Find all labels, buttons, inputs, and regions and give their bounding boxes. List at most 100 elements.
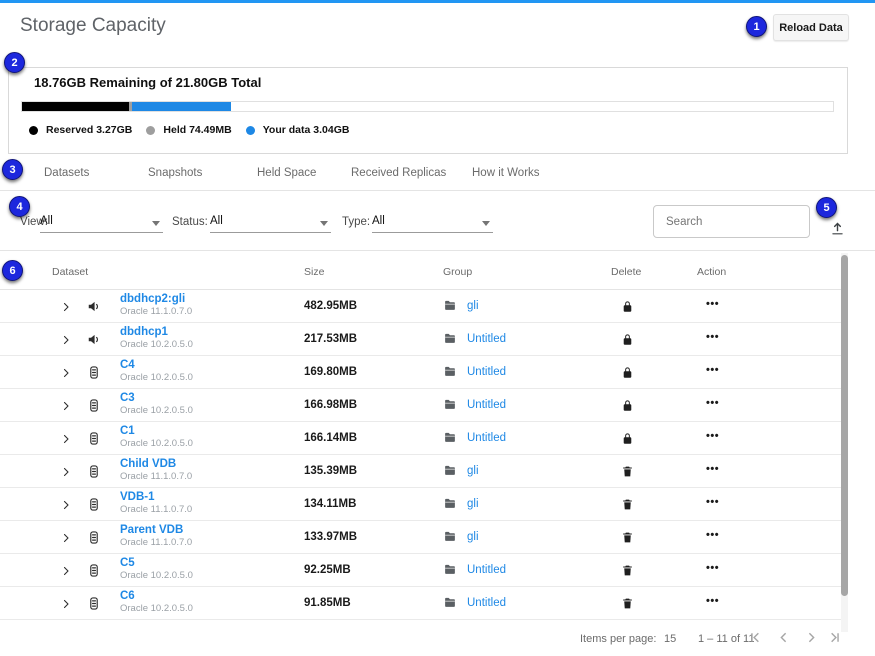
- callout-badge-4: 4: [9, 196, 30, 217]
- lock-icon[interactable]: [621, 332, 634, 347]
- group-link[interactable]: Untitled: [467, 432, 506, 444]
- group-link[interactable]: gli: [467, 531, 479, 543]
- filter-bar: View: All Status: All Type: All: [0, 191, 875, 251]
- actions-menu-button[interactable]: •••: [706, 596, 719, 607]
- reserved-segment: [22, 102, 129, 111]
- expand-chevron-icon[interactable]: [60, 432, 72, 444]
- expand-chevron-icon[interactable]: [60, 300, 72, 312]
- group-link[interactable]: Untitled: [467, 333, 506, 345]
- actions-menu-button[interactable]: •••: [706, 563, 719, 574]
- group-link[interactable]: gli: [467, 465, 479, 477]
- actions-menu-button[interactable]: •••: [706, 431, 719, 442]
- lock-icon[interactable]: [621, 299, 634, 314]
- folder-icon: [443, 530, 457, 543]
- status-filter-value: All: [210, 215, 223, 227]
- group-link[interactable]: Untitled: [467, 399, 506, 411]
- paginator: Items per page: 15 1 – 11 of 11: [0, 623, 875, 656]
- dataset-link[interactable]: C3: [120, 392, 193, 405]
- legend-item-your-data: Your data 3.04GB: [246, 124, 350, 136]
- export-icon[interactable]: [829, 220, 846, 237]
- lock-icon[interactable]: [621, 398, 634, 413]
- vdb-icon: [87, 596, 101, 611]
- your-data-segment: [132, 102, 231, 111]
- expand-chevron-icon[interactable]: [60, 465, 72, 477]
- dataset-link[interactable]: VDB-1: [120, 491, 192, 504]
- actions-menu-button[interactable]: •••: [706, 464, 719, 475]
- group-link[interactable]: Untitled: [467, 564, 506, 576]
- dataset-link[interactable]: C1: [120, 425, 193, 438]
- column-header-group[interactable]: Group: [443, 266, 472, 278]
- size-value: 217.53MB: [304, 333, 357, 345]
- group-link[interactable]: gli: [467, 498, 479, 510]
- column-header-dataset[interactable]: Dataset: [52, 266, 88, 278]
- dataset-subtitle: Oracle 10.2.0.5.0: [120, 340, 193, 351]
- expand-chevron-icon[interactable]: [60, 498, 72, 510]
- actions-menu-button[interactable]: •••: [706, 332, 719, 343]
- group-link[interactable]: Untitled: [467, 366, 506, 378]
- dataset-link[interactable]: Parent VDB: [120, 524, 192, 537]
- size-value: 169.80MB: [304, 366, 357, 378]
- expand-chevron-icon[interactable]: [60, 597, 72, 609]
- tab-received-replicas[interactable]: Received Replicas: [351, 167, 446, 179]
- expand-chevron-icon[interactable]: [60, 366, 72, 378]
- reload-data-button[interactable]: Reload Data: [773, 14, 849, 41]
- last-page-icon[interactable]: [826, 629, 843, 646]
- actions-menu-button[interactable]: •••: [706, 398, 719, 409]
- column-header-size[interactable]: Size: [304, 266, 324, 278]
- callout-badge-3: 3: [2, 159, 23, 180]
- actions-menu-button[interactable]: •••: [706, 365, 719, 376]
- expand-chevron-icon[interactable]: [60, 333, 72, 345]
- items-per-page-select[interactable]: 15: [664, 633, 676, 645]
- dataset-link[interactable]: dbdhcp2:gli: [120, 293, 192, 306]
- actions-menu-button[interactable]: •••: [706, 299, 719, 310]
- scrollbar-thumb[interactable]: [841, 255, 848, 596]
- status-filter-select[interactable]: All: [210, 212, 331, 233]
- search-input[interactable]: [654, 206, 809, 237]
- lock-icon[interactable]: [621, 365, 634, 380]
- chevron-down-icon: [320, 221, 328, 226]
- table-row: C5 Oracle 10.2.0.5.0 92.25MB Untitled ••…: [0, 554, 847, 587]
- next-page-icon[interactable]: [803, 629, 820, 646]
- actions-menu-button[interactable]: •••: [706, 497, 719, 508]
- view-filter-select[interactable]: All: [40, 212, 163, 233]
- vdb-icon: [87, 464, 101, 479]
- previous-page-icon[interactable]: [775, 629, 792, 646]
- actions-menu-button[interactable]: •••: [706, 530, 719, 541]
- trash-icon[interactable]: [621, 563, 634, 578]
- dataset-link[interactable]: Child VDB: [120, 458, 192, 471]
- callout-badge-6: 6: [2, 260, 23, 281]
- callout-badge-1: 1: [746, 16, 767, 37]
- first-page-icon[interactable]: [747, 629, 764, 646]
- view-filter-value: All: [40, 215, 53, 227]
- dataset-subtitle: Oracle 10.2.0.5.0: [120, 439, 193, 450]
- expand-chevron-icon[interactable]: [60, 531, 72, 543]
- group-link[interactable]: Untitled: [467, 597, 506, 609]
- trash-icon[interactable]: [621, 596, 634, 611]
- tab-snapshots[interactable]: Snapshots: [148, 167, 202, 179]
- page-title: Storage Capacity: [20, 15, 166, 37]
- dataset-link[interactable]: C5: [120, 557, 193, 570]
- tab-datasets[interactable]: Datasets: [44, 167, 89, 179]
- expand-chevron-icon[interactable]: [60, 564, 72, 576]
- table-row: dbdhcp1 Oracle 10.2.0.5.0 217.53MB Untit…: [0, 323, 847, 356]
- size-value: 134.11MB: [304, 498, 356, 510]
- items-per-page-label: Items per page:: [580, 633, 656, 645]
- vdb-icon: [87, 497, 101, 512]
- dataset-link[interactable]: C4: [120, 359, 193, 372]
- type-filter-select[interactable]: All: [372, 212, 493, 233]
- trash-icon[interactable]: [621, 530, 634, 545]
- group-link[interactable]: gli: [467, 300, 479, 312]
- tab-held-space[interactable]: Held Space: [257, 167, 316, 179]
- dataset-subtitle: Oracle 11.1.0.7.0: [120, 307, 192, 318]
- expand-chevron-icon[interactable]: [60, 399, 72, 411]
- folder-icon: [443, 398, 457, 411]
- legend-value: 74.49MB: [189, 124, 232, 136]
- lock-icon[interactable]: [621, 431, 634, 446]
- dataset-link[interactable]: dbdhcp1: [120, 326, 193, 339]
- your-data-dot-icon: [246, 126, 255, 135]
- dataset-link[interactable]: C6: [120, 590, 193, 603]
- vdb-icon: [87, 398, 101, 413]
- trash-icon[interactable]: [621, 497, 634, 512]
- trash-icon[interactable]: [621, 464, 634, 479]
- tab-how-it-works[interactable]: How it Works: [472, 167, 540, 179]
